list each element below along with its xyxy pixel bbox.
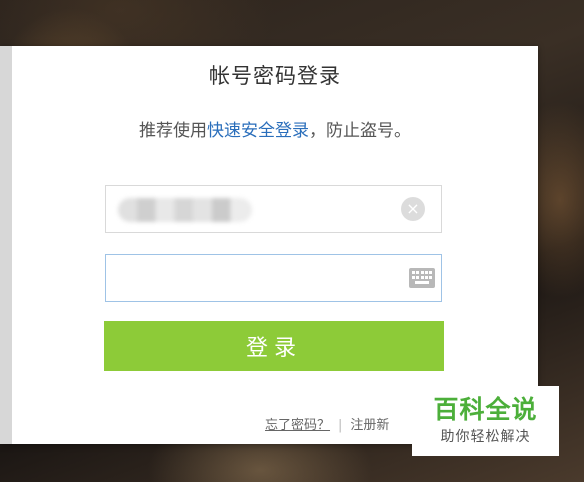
password-field[interactable] — [105, 254, 442, 302]
dialog-subtitle: 推荐使用快速安全登录，防止盗号。 — [12, 116, 538, 141]
login-button[interactable]: 登录 — [104, 321, 444, 371]
subtitle-suffix: ，防止盗号。 — [309, 121, 411, 141]
subtitle-prefix: 推荐使用 — [139, 121, 207, 141]
watermark-logo: 百科全说 助你轻松解决 — [412, 386, 559, 456]
watermark-brand: 百科全说 — [433, 395, 538, 424]
username-masked-value — [118, 198, 252, 222]
footer-links: 忘了密码？ | 注册新 — [265, 414, 389, 433]
forgot-password-link[interactable]: 忘了密码？ — [265, 418, 330, 433]
username-field[interactable]: × — [105, 185, 442, 233]
clear-icon[interactable]: × — [401, 197, 425, 221]
register-link[interactable]: 注册新 — [350, 418, 389, 433]
dialog-title: 帐号密码登录 — [209, 64, 341, 88]
keyboard-icon[interactable] — [409, 268, 435, 288]
watermark-slogan: 助你轻松解决 — [440, 429, 531, 445]
login-dialog: 帐号密码登录 推荐使用快速安全登录，防止盗号。 × 登录 忘了密码？ | 注册新 — [0, 46, 538, 444]
quick-login-link[interactable]: 快速安全登录 — [207, 121, 309, 141]
footer-separator: | — [338, 418, 343, 433]
